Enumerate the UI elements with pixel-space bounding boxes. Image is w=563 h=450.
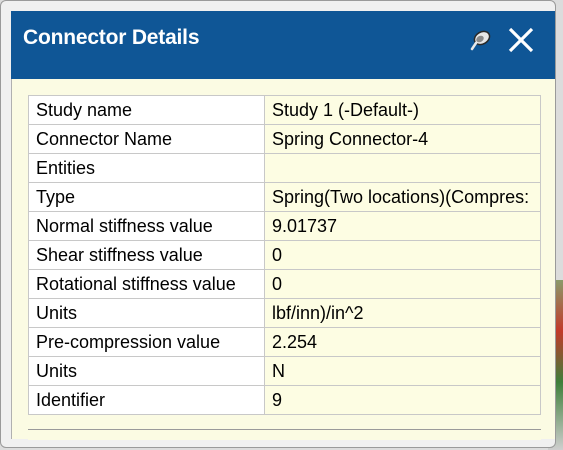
property-value[interactable]: 9.01737 [264, 211, 541, 241]
property-value[interactable]: N [264, 356, 541, 386]
property-label: Rotational stiffness value [28, 269, 265, 299]
connector-details-panel: Connector Details Study name Study 1 (-D… [0, 0, 556, 448]
property-label: Shear stiffness value [28, 240, 265, 270]
table-row[interactable]: Pre-compression value 2.254 [28, 327, 541, 357]
table-row[interactable]: Entities [28, 153, 541, 183]
property-label: Normal stiffness value [28, 211, 265, 241]
table-row[interactable]: Type Spring(Two locations)(Compres: [28, 182, 541, 212]
property-label: Connector Name [28, 124, 265, 154]
table-row[interactable]: Normal stiffness value 9.01737 [28, 211, 541, 241]
property-grid: Study name Study 1 (-Default-) Connector… [28, 95, 541, 415]
table-row[interactable]: Units N [28, 356, 541, 386]
window-title: Connector Details [23, 26, 200, 49]
property-value[interactable]: 2.254 [264, 327, 541, 357]
property-label: Units [28, 356, 265, 386]
title-bar: Connector Details [11, 11, 555, 79]
property-value[interactable]: Study 1 (-Default-) [264, 95, 541, 125]
table-row[interactable]: Identifier 9 [28, 385, 541, 415]
grid-bottom-border [28, 429, 541, 440]
table-row[interactable]: Study name Study 1 (-Default-) [28, 95, 541, 125]
property-value[interactable]: 0 [264, 269, 541, 299]
property-label: Entities [28, 153, 265, 183]
table-row[interactable]: Connector Name Spring Connector-4 [28, 124, 541, 154]
property-label: Study name [28, 95, 265, 125]
table-row[interactable]: Rotational stiffness value 0 [28, 269, 541, 299]
table-row[interactable]: Units lbf/inn)/in^2 [28, 298, 541, 328]
property-label: Identifier [28, 385, 265, 415]
property-grid-frame: Study name Study 1 (-Default-) Connector… [11, 79, 555, 440]
property-label: Units [28, 298, 265, 328]
close-icon[interactable] [506, 25, 536, 55]
property-value[interactable]: 9 [264, 385, 541, 415]
table-row[interactable]: Shear stiffness value 0 [28, 240, 541, 270]
pushpin-icon[interactable] [470, 28, 494, 52]
property-value[interactable]: Spring(Two locations)(Compres: [264, 182, 541, 212]
property-value[interactable]: Spring Connector-4 [264, 124, 541, 154]
property-value[interactable] [264, 153, 541, 183]
property-value[interactable]: lbf/inn)/in^2 [264, 298, 541, 328]
property-label: Pre-compression value [28, 327, 265, 357]
property-label: Type [28, 182, 265, 212]
property-value[interactable]: 0 [264, 240, 541, 270]
